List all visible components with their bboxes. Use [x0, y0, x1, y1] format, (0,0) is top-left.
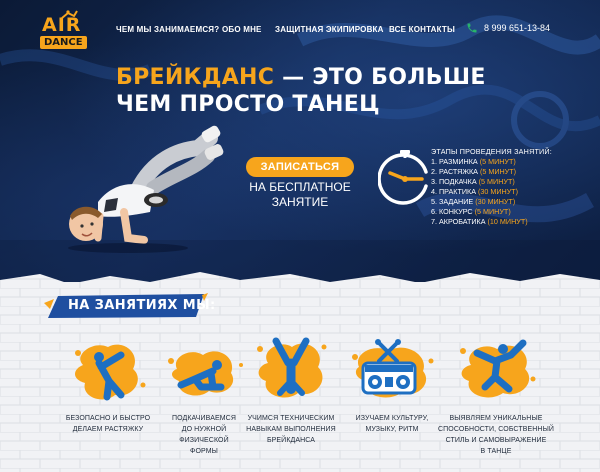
hero-section: AIR DANCE ЧЕМ МЫ ЗАНИМАЕМСЯ? ОБО МНЕ ЗАЩ… [0, 0, 600, 282]
nav-protective-gear[interactable]: ЗАЩИТНАЯ ЭКИПИРОВКА [275, 25, 384, 34]
phone-number: 8 999 651-13-84 [484, 23, 551, 33]
boombox-icon [352, 339, 434, 398]
stage-item: 4. ПРАКТИКА (30 МИНУТ) [431, 187, 519, 196]
feature-card: БЕЗОПАСНО И БЫСТРО ДЕЛАЕМ РАСТЯЖКУ [54, 335, 162, 435]
stage-item: 3. ПОДКАЧКА (5 МИНУТ) [431, 177, 515, 186]
headline-rest: — ЭТО БОЛЬШЕ [274, 65, 486, 90]
stage-item: 7. АКРОБАТИКА (10 МИНУТ) [431, 217, 528, 226]
cta-subtitle-line-1: НА БЕСПЛАТНОЕ [249, 180, 351, 194]
stage-item: 5. ЗАДАНИЕ (30 МИНУТ) [431, 197, 516, 206]
nav-what-we-do[interactable]: ЧЕМ МЫ ЗАНИМАЕМСЯ? [116, 25, 219, 34]
stage-item: 6. КОНКУРС (5 МИНУТ) [431, 207, 511, 216]
air-dance-logo[interactable]: AIR DANCE [38, 10, 96, 52]
clock-icon [378, 150, 428, 205]
lesson-stages-list: ЭТАПЫ ПРОВЕДЕНИЯ ЗАНЯТИЙ: 1. РАЗМИНКА (5… [431, 147, 552, 227]
hero-headline: БРЕЙКДАНС — ЭТО БОЛЬШЕ ЧЕМ ПРОСТО ТАНЕЦ [116, 64, 486, 118]
breakdancer-photo [68, 125, 224, 253]
headline-accent: БРЕЙКДАНС [116, 65, 275, 90]
section-title: НА ЗАНЯТИЯХ МЫ: [68, 298, 216, 313]
feature-card: ИЗУЧАЕМ КУЛЬТУРУ, МУЗЫКУ, РИТМ [338, 335, 446, 435]
stage-item: 2. РАСТЯЖКА (5 МИНУТ) [431, 167, 517, 176]
feature-card: ВЫЯВЛЯЕМ УНИКАЛЬНЫЕ СПОСОБНОСТИ, СОБСТВЕ… [436, 335, 556, 457]
stretching-figure-icon [75, 344, 146, 401]
feature-card: УЧИМСЯ ТЕХНИЧЕСКИМ НАВЫКАМ ВЫПОЛНЕНИЯ БР… [237, 335, 345, 446]
stage-item: 1. РАЗМИНКА (5 МИНУТ) [431, 157, 516, 166]
feature-text: ИЗУЧАЕМ КУЛЬТУРУ, МУЗЫКУ, РИТМ [355, 415, 429, 433]
phone-link[interactable]: 8 999 651-13-84 [466, 22, 550, 34]
feature-text: ВЫЯВЛЯЕМ УНИКАЛЬНЫЕ СПОСОБНОСТИ, СОБСТВЕ… [437, 415, 555, 455]
headline-line-2: ЧЕМ ПРОСТО ТАНЕЦ [116, 92, 380, 117]
feature-text: БЕЗОПАСНО И БЫСТРО ДЕЛАЕМ РАСТЯЖКУ [65, 415, 151, 433]
handstand-figure-icon [257, 337, 327, 398]
stages-title: ЭТАПЫ ПРОВЕДЕНИЯ ЗАНЯТИЙ: [431, 147, 552, 156]
logo-text-bottom: DANCE [40, 36, 87, 49]
cta-subtitle-line-2: ЗАНЯТИЕ [271, 195, 329, 209]
phone-icon [467, 23, 477, 33]
cta-subtitle: НА БЕСПЛАТНОЕ ЗАНЯТИЕ [238, 180, 362, 210]
signup-button[interactable]: ЗАПИСАТЬСЯ [246, 157, 354, 177]
feature-text: УЧИМСЯ ТЕХНИЧЕСКИМ НАВЫКАМ ВЫПОЛНЕНИЯ БР… [246, 415, 336, 444]
logo-text-top: AIR [42, 14, 82, 36]
nav-about-me[interactable]: ОБО МНЕ [222, 25, 262, 34]
freeze-figure-icon [460, 339, 536, 398]
pushup-figure-icon [168, 351, 243, 396]
nav-contacts[interactable]: ВСЕ КОНТАКТЫ [389, 25, 455, 34]
